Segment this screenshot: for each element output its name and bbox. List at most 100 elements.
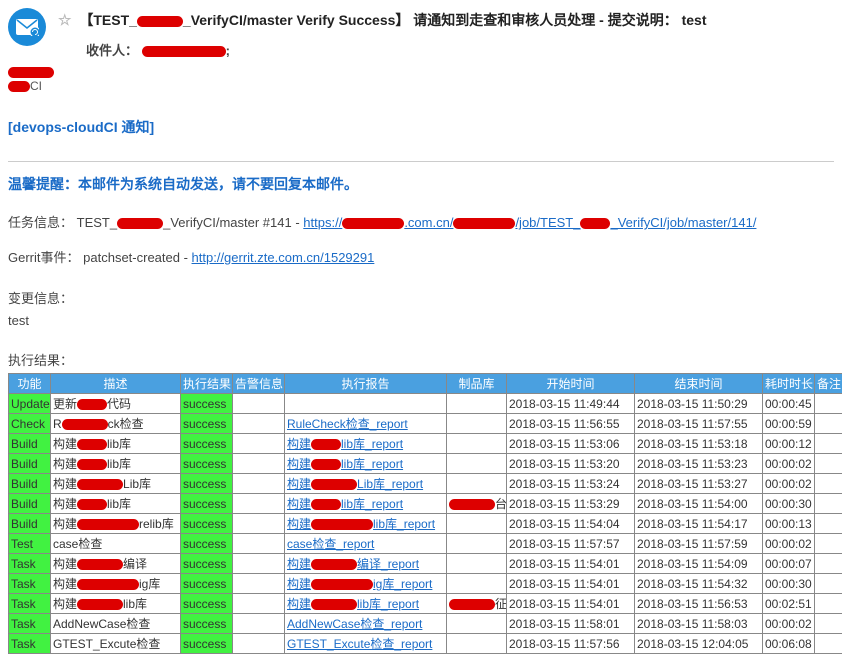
cell-end: 2018-03-15 11:56:53 xyxy=(635,594,763,614)
redacted-blob xyxy=(311,479,357,490)
cell-repo: 台库 xyxy=(447,494,507,514)
cell-repo xyxy=(447,474,507,494)
cell-desc: 更新代码 xyxy=(51,394,181,414)
cell-end: 2018-03-15 11:53:27 xyxy=(635,474,763,494)
warm-tip: 温馨提醒：本邮件为系统自动发送，请不要回复本邮件。 xyxy=(8,174,834,194)
redacted-blob xyxy=(77,399,107,410)
redacted-blob xyxy=(77,559,123,570)
cell-report: 构建lib库_report xyxy=(285,514,447,534)
cell-start: 2018-03-15 11:54:01 xyxy=(507,574,635,594)
results-table: 功能 描述 执行结果 告警信息 执行报告 制品库 开始时间 结束时间 耗时时长 … xyxy=(8,373,842,654)
redacted-blob xyxy=(311,559,357,570)
task-name-prefix: TEST_ xyxy=(77,215,117,230)
cell-func: Test xyxy=(9,534,51,554)
report-link[interactable]: case检查_report xyxy=(287,537,374,551)
cell-desc: 构建relib库 xyxy=(51,514,181,534)
subject-prefix: 【TEST_ xyxy=(79,12,137,28)
th-dur: 耗时时长 xyxy=(763,374,815,394)
exec-result-label: 执行结果： xyxy=(8,350,834,369)
cell-report: 构建lib库_report xyxy=(285,434,447,454)
cell-dur: 00:00:12 xyxy=(763,434,815,454)
cell-status: success xyxy=(181,574,233,594)
cell-end: 2018-03-15 11:54:09 xyxy=(635,554,763,574)
task-info-line: 任务信息： TEST__VerifyCI/master #141 - https… xyxy=(8,212,834,231)
cell-start: 2018-03-15 11:53:20 xyxy=(507,454,635,474)
cell-status: success xyxy=(181,414,233,434)
table-row: TaskGTEST_Excute检查successGTEST_Excute检查_… xyxy=(9,634,842,654)
cell-remark xyxy=(815,474,842,494)
report-link[interactable]: 构建ig库_report xyxy=(287,577,432,591)
redacted-blob xyxy=(311,499,341,510)
report-link[interactable]: 构建lib库_report xyxy=(287,517,435,531)
cell-dur: 00:00:13 xyxy=(763,514,815,534)
cell-alert xyxy=(233,554,285,574)
star-icon[interactable]: ☆ xyxy=(58,12,71,29)
cell-end: 2018-03-15 11:54:32 xyxy=(635,574,763,594)
cell-report xyxy=(285,394,447,414)
redacted-blob xyxy=(77,479,123,490)
table-row: Testcase检查successcase检查_report2018-03-15… xyxy=(9,534,842,554)
cell-dur: 00:00:02 xyxy=(763,474,815,494)
cell-start: 2018-03-15 11:57:57 xyxy=(507,534,635,554)
redacted-blob xyxy=(77,599,123,610)
cell-repo: 征库 xyxy=(447,594,507,614)
cell-dur: 00:00:30 xyxy=(763,574,815,594)
cell-alert xyxy=(233,414,285,434)
report-link[interactable]: AddNewCase检查_report xyxy=(287,617,422,631)
cell-alert xyxy=(233,574,285,594)
cell-remark xyxy=(815,634,842,654)
cell-dur: 00:00:07 xyxy=(763,554,815,574)
redacted-blob xyxy=(8,81,30,92)
gerrit-url-link[interactable]: http://gerrit.zte.com.cn/1529291 xyxy=(192,250,375,265)
report-link[interactable]: 构建lib库_report xyxy=(287,597,419,611)
report-link[interactable]: 构建lib库_report xyxy=(287,437,403,451)
cell-desc: Rck检查 xyxy=(51,414,181,434)
subject-suffix: _VerifyCI/master Verify Success】 请通知到走查和… xyxy=(183,12,707,28)
cell-report: case检查_report xyxy=(285,534,447,554)
recipients-line: 收件人： ; xyxy=(86,40,834,59)
report-link[interactable]: GTEST_Excute检查_report xyxy=(287,637,432,651)
cell-func: Build xyxy=(9,514,51,534)
cell-status: success xyxy=(181,394,233,414)
cell-desc: GTEST_Excute检查 xyxy=(51,634,181,654)
cell-remark xyxy=(815,554,842,574)
cell-start: 2018-03-15 11:54:01 xyxy=(507,554,635,574)
th-remark: 备注 xyxy=(815,374,842,394)
task-info-label: 任务信息： xyxy=(8,215,73,230)
cell-start: 2018-03-15 11:54:01 xyxy=(507,594,635,614)
cell-end: 2018-03-15 11:57:55 xyxy=(635,414,763,434)
cell-func: Check xyxy=(9,414,51,434)
cell-desc: 构建lib库 xyxy=(51,454,181,474)
cell-report: 构建编译_report xyxy=(285,554,447,574)
table-row: Build构建relib库success构建lib库_report2018-03… xyxy=(9,514,842,534)
cell-desc: 构建ig库 xyxy=(51,574,181,594)
report-link[interactable]: 构建Lib库_report xyxy=(287,477,423,491)
cell-status: success xyxy=(181,514,233,534)
report-link[interactable]: 构建lib库_report xyxy=(287,497,403,511)
cell-alert xyxy=(233,634,285,654)
th-repo: 制品库 xyxy=(447,374,507,394)
email-header: ☆ 【TEST_ _VerifyCI/master Verify Success】… xyxy=(8,8,834,59)
report-link[interactable]: 构建编译_report xyxy=(287,557,419,571)
th-status: 执行结果 xyxy=(181,374,233,394)
gerrit-label: Gerrit事件： xyxy=(8,250,80,265)
redacted-blob xyxy=(77,439,107,450)
recipient-label: 收件人： xyxy=(86,43,138,58)
redacted-blob xyxy=(453,218,515,229)
th-end: 结束时间 xyxy=(635,374,763,394)
redacted-blob xyxy=(142,46,226,57)
redacted-blob xyxy=(77,519,139,530)
report-link[interactable]: RuleCheck检查_report xyxy=(287,417,408,431)
cell-report: 构建lib库_report xyxy=(285,594,447,614)
cell-start: 2018-03-15 11:53:29 xyxy=(507,494,635,514)
gerrit-line: Gerrit事件： patchset-created - http://gerr… xyxy=(8,247,834,266)
report-link[interactable]: 构建lib库_report xyxy=(287,457,403,471)
cell-report: 构建lib库_report xyxy=(285,494,447,514)
cell-remark xyxy=(815,514,842,534)
cell-status: success xyxy=(181,474,233,494)
cell-repo xyxy=(447,434,507,454)
cell-repo xyxy=(447,514,507,534)
task-url-link[interactable]: https://.com.cn//job/TEST__VerifyCI/job/… xyxy=(303,215,756,230)
cell-alert xyxy=(233,434,285,454)
cell-repo xyxy=(447,574,507,594)
